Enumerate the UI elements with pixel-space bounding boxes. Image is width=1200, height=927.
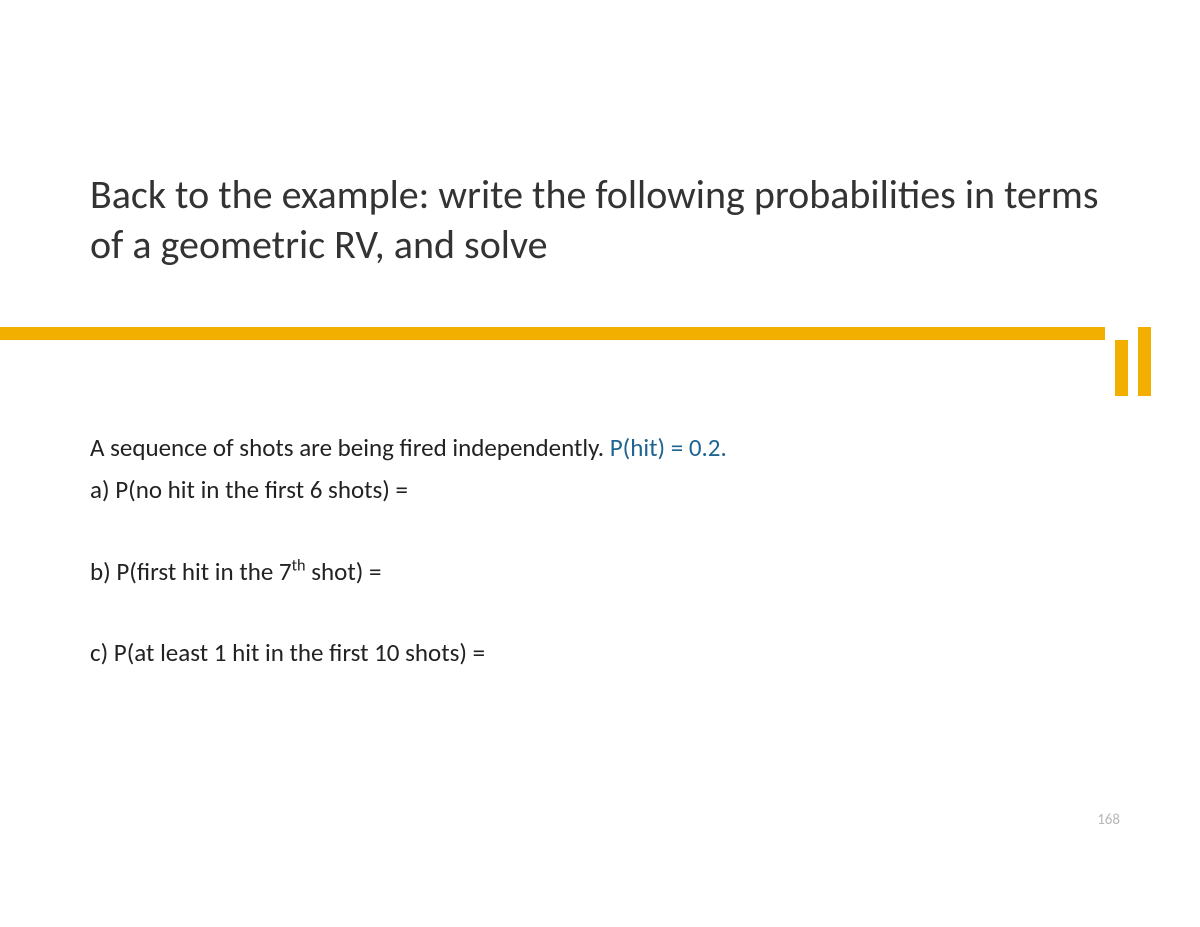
question-b: b) P(first hit in the 7th shot) = <box>90 554 1120 590</box>
page-number: 168 <box>1097 811 1120 829</box>
accent-bar-2 <box>1138 327 1151 396</box>
question-b-prefix: b) P(first hit in the 7 <box>90 556 292 587</box>
phit-value: P(hit) = 0.2. <box>610 432 727 463</box>
question-b-suffix: shot) = <box>306 556 382 587</box>
intro-text: A sequence of shots are being fired inde… <box>90 432 610 463</box>
slide-title: Back to the example: write the following… <box>90 170 1120 270</box>
divider-bar <box>0 327 1105 340</box>
body-content: A sequence of shots are being fired inde… <box>90 430 1120 716</box>
accent-bar-1 <box>1115 340 1128 396</box>
intro-line: A sequence of shots are being fired inde… <box>90 430 1120 466</box>
question-b-sup: th <box>292 556 306 575</box>
question-a: a) P(no hit in the first 6 shots) = <box>90 472 1120 508</box>
question-c: c) P(at least 1 hit in the first 10 shot… <box>90 635 1120 671</box>
